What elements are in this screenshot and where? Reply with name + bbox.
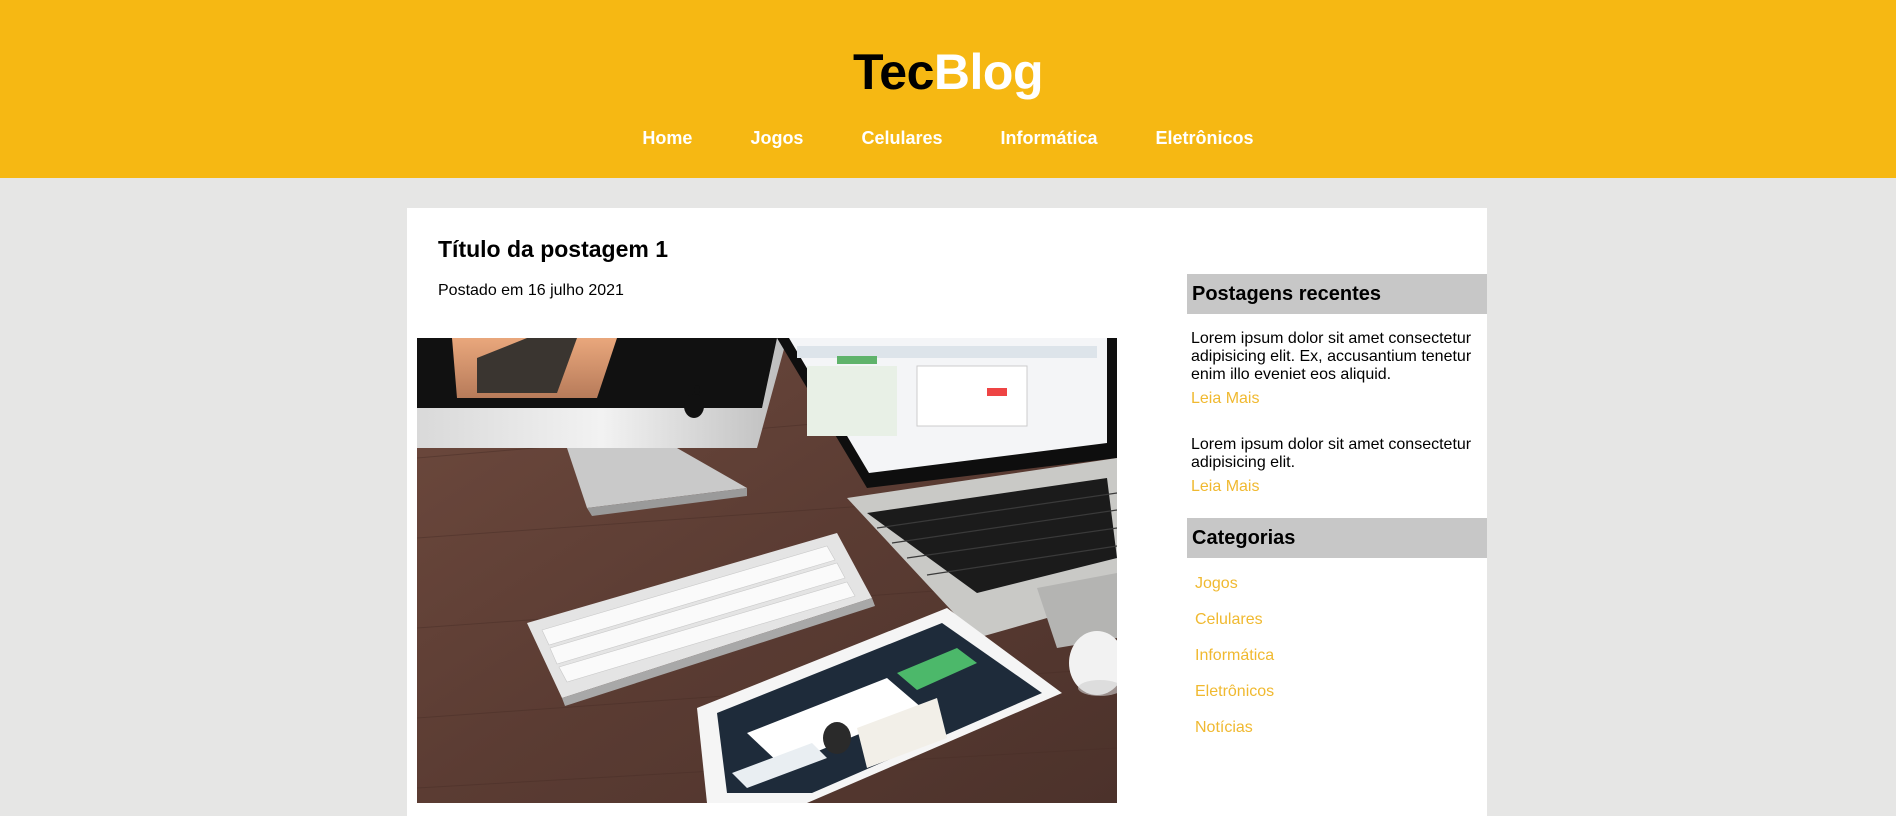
read-more-link[interactable]: Leia Mais [1191, 390, 1259, 408]
sidebar: Postagens recentes Lorem ipsum dolor sit… [1187, 274, 1487, 752]
post-title[interactable]: Título da postagem 1 [438, 235, 668, 263]
post-image [417, 338, 1117, 803]
list-item: Jogos [1195, 566, 1487, 602]
site-logo[interactable]: TecBlog [0, 42, 1896, 102]
nav-celulares[interactable]: Celulares [832, 126, 971, 150]
list-item: Celulares [1195, 602, 1487, 638]
category-celulares[interactable]: Celulares [1195, 611, 1263, 628]
list-item: Eletrônicos [1195, 674, 1487, 710]
main-nav: Home Jogos Celulares Informática Eletrôn… [0, 126, 1896, 150]
logo-part-blog: Blog [933, 44, 1044, 100]
nav-home[interactable]: Home [613, 126, 721, 150]
list-item: Informática [1195, 638, 1487, 674]
logo-part-tec: Tec [852, 44, 934, 100]
nav-eletronicos[interactable]: Eletrônicos [1127, 126, 1283, 150]
read-more-link[interactable]: Leia Mais [1191, 478, 1259, 496]
categories-list: Jogos Celulares Informática Eletrônicos … [1187, 558, 1487, 752]
categories-heading: Categorias [1187, 518, 1487, 558]
category-eletronicos[interactable]: Eletrônicos [1195, 683, 1274, 700]
recent-post-2: Lorem ipsum dolor sit amet consectetur a… [1187, 408, 1487, 496]
desk-devices-illustration [417, 338, 1117, 803]
recent-post-text: Lorem ipsum dolor sit amet consectetur a… [1191, 330, 1472, 383]
nav-informatica[interactable]: Informática [972, 126, 1127, 150]
nav-jogos[interactable]: Jogos [721, 126, 832, 150]
recent-post-1: Lorem ipsum dolor sit amet consectetur a… [1187, 314, 1487, 408]
category-informatica[interactable]: Informática [1195, 647, 1274, 664]
recent-post-text: Lorem ipsum dolor sit amet consectetur a… [1191, 436, 1472, 471]
recent-posts-heading: Postagens recentes [1187, 274, 1487, 314]
site-header: TecBlog Home Jogos Celulares Informática… [0, 0, 1896, 178]
list-item: Notícias [1195, 710, 1487, 746]
category-jogos[interactable]: Jogos [1195, 575, 1238, 592]
category-noticias[interactable]: Notícias [1195, 719, 1253, 736]
post-date: Postado em 16 julho 2021 [438, 282, 624, 299]
